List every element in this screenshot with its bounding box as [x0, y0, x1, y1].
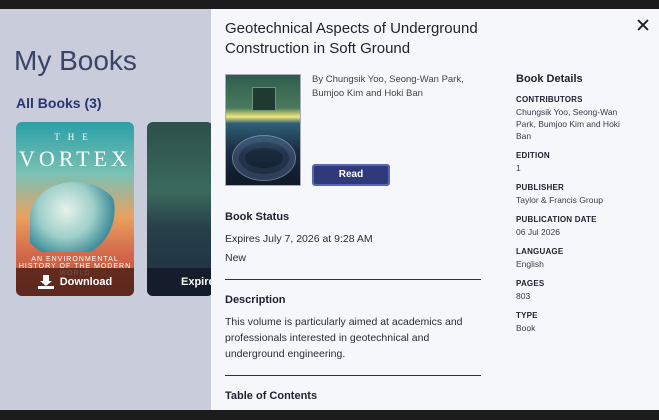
- book-detail-panel: Geotechnical Aspects of Underground Cons…: [211, 9, 659, 410]
- window-frame-bottom: [0, 410, 659, 420]
- library-title: My Books: [14, 45, 137, 76]
- detail-label-edition: EDITION: [516, 151, 550, 160]
- detail-value-language: English: [516, 259, 544, 269]
- book-status-heading: Book Status: [225, 211, 290, 223]
- download-label: Download: [59, 276, 113, 288]
- detail-value-type: Book: [516, 323, 536, 333]
- detail-label-language: LANGUAGE: [516, 247, 564, 256]
- cover-text-vortex: VORTEX: [19, 146, 131, 171]
- cover-tower-art: [252, 87, 276, 111]
- library-section-heading: All Books (3): [16, 95, 102, 111]
- description-text: This volume is particularly aimed at aca…: [225, 316, 463, 360]
- book-cover: [225, 74, 301, 186]
- expires-badge: Expires: [147, 268, 213, 296]
- book-card-geotechnical[interactable]: Expires: [147, 122, 213, 296]
- book-authors: By Chungsik Yoo, Seong-Wan Park, Bumjoo …: [312, 74, 464, 99]
- detail-label-pages: PAGES: [516, 279, 545, 288]
- download-icon: [37, 275, 54, 289]
- detail-label-contributors: CONTRIBUTORS: [516, 95, 583, 104]
- detail-label-type: TYPE: [516, 311, 538, 320]
- detail-value-publication-date: 06 Jul 2026: [516, 227, 560, 237]
- table-of-contents-heading[interactable]: Table of Contents: [225, 390, 317, 402]
- divider: [225, 375, 481, 376]
- detail-value-publisher: Taylor & Francis Group: [516, 195, 603, 205]
- close-icon[interactable]: [635, 17, 651, 33]
- cover-text-the: THE: [54, 132, 96, 142]
- book-status-expires: Expires July 7, 2026 at 9:28 AM: [225, 233, 373, 245]
- description-heading: Description: [225, 294, 286, 306]
- detail-value-edition: 1: [516, 163, 521, 173]
- cover-wave-art: [30, 182, 120, 252]
- book-details: Book Details CONTRIBUTORS Chungsik Yoo, …: [516, 73, 636, 343]
- cover-tunnel-art: [232, 135, 296, 181]
- book-status-state: New: [225, 252, 247, 264]
- book-card-vortex[interactable]: THE VORTEX AN ENVIRONMENTAL HISTORY OF T…: [16, 122, 134, 296]
- detail-value-pages: 803: [516, 291, 531, 301]
- divider: [225, 279, 481, 280]
- book-details-heading: Book Details: [516, 73, 583, 85]
- detail-label-publisher: PUBLISHER: [516, 183, 565, 192]
- detail-label-publication-date: PUBLICATION DATE: [516, 215, 597, 224]
- read-button[interactable]: Read: [312, 164, 390, 186]
- download-button[interactable]: Download: [16, 268, 134, 296]
- expires-label: Expires: [181, 276, 213, 288]
- window-frame-top: [0, 0, 659, 9]
- detail-value-contributors: Chungsik Yoo, Seong-Wan Park, Bumjoo Kim…: [516, 107, 620, 141]
- book-title: Geotechnical Aspects of Underground Cons…: [225, 20, 478, 57]
